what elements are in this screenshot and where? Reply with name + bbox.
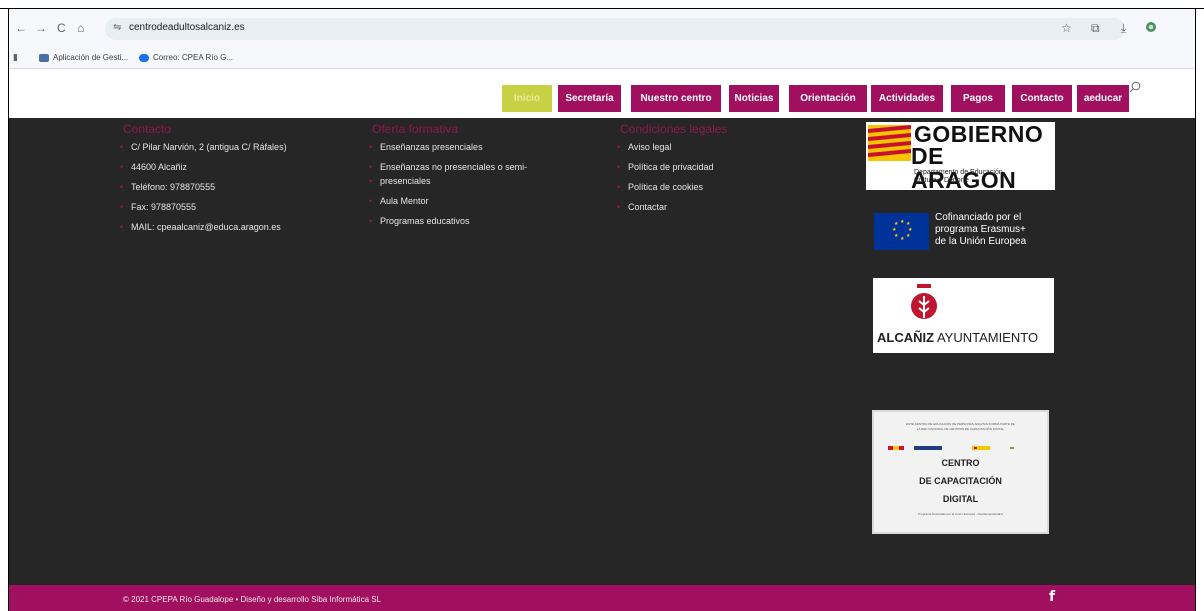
list-item-link[interactable]: Política de cookies — [617, 182, 714, 193]
home-button[interactable]: ⌂ — [77, 21, 84, 35]
gobierno-dept1: Departamento de Educación, — [914, 169, 1005, 176]
gobierno-dept2: Cultura y Deporte — [914, 177, 969, 184]
bottom-bar: © 2021 CPEPA Río Guadalope • Diseño y de… — [9, 585, 1195, 611]
download-icon[interactable]: ⤓ — [1121, 21, 1126, 36]
screenshot-frame: ← → C ⌂ ⇋ centrodeadultosalcaniz.es ☆ ⧉ … — [8, 8, 1196, 611]
reload-button[interactable]: C — [57, 21, 66, 35]
legales-title: Condiciones legales — [620, 122, 728, 136]
list-item-link[interactable]: Aula Mentor — [369, 196, 527, 207]
svg-text:★: ★ — [900, 236, 905, 242]
bookmark-label: Aplicación de Gesti... — [53, 53, 129, 62]
svg-text:★: ★ — [892, 227, 897, 233]
back-button[interactable]: ← — [15, 21, 27, 35]
contacto-list: C/ Pilar Narvión, 2 (antigua C/ Ráfales)… — [120, 142, 287, 233]
nav-nuestro-centro[interactable]: Nuestro centro — [631, 85, 721, 112]
cd-small2: LA RED NACIONAL DE CENTROS DE CAPACITACI… — [916, 427, 1005, 431]
sponsor-logos-icon — [888, 446, 1014, 450]
nav-pagos[interactable]: Pagos — [951, 85, 1005, 112]
mail-icon — [139, 53, 149, 62]
list-item-link[interactable]: Aviso legal — [617, 142, 714, 153]
nav-contacto[interactable]: Contacto — [1012, 85, 1072, 112]
svg-text:★: ★ — [894, 233, 899, 239]
copyright-text: © 2021 CPEPA Río Guadalope • Diseño y de… — [123, 595, 382, 604]
list-item[interactable]: MAIL: cpeaalcaniz@educa.aragon.es — [120, 222, 287, 233]
list-item-link[interactable]: Enseñanzas no presenciales o semi- — [369, 162, 527, 173]
list-item-link[interactable]: Política de privacidad — [617, 162, 714, 173]
bookmarks-bar: ▮ Aplicación de Gesti... Correo: CPEA Rí… — [9, 49, 1195, 69]
list-item: C/ Pilar Narvión, 2 (antigua C/ Ráfales) — [120, 142, 287, 153]
site-info-icon[interactable]: ⇋ — [113, 22, 121, 33]
oferta-list: Enseñanzas presenciales Enseñanzas no pr… — [369, 142, 527, 227]
list-item: Fax: 978870555 — [120, 202, 287, 213]
browser-toolbar: ← → C ⌂ ⇋ centrodeadultosalcaniz.es ☆ ⧉ … — [9, 9, 1195, 49]
extensions-icon[interactable]: ⧉ — [1091, 21, 1100, 36]
cd-small1: ESTE CENTRO DE EDUCACIÓN DE PERSONAS ADU… — [906, 422, 1015, 426]
oferta-title: Oferta formativa — [372, 122, 459, 136]
contacto-title: Contacto — [123, 122, 172, 136]
list-item-link[interactable]: Programas educativos — [369, 216, 527, 227]
bookmark-correo[interactable]: Correo: CPEA Río G... — [139, 53, 233, 62]
eu-flag-icon: ★ ★ ★ ★ ★ ★ ★ ★ — [874, 213, 929, 250]
erasmus-line1: Cofinanciado por el — [935, 212, 1022, 223]
nav-aeducar[interactable]: aeducar — [1077, 85, 1129, 112]
cd-footnote: Programa financiado por la Unión Europea… — [918, 512, 1003, 516]
alcaniz-rest: AYUNTAMIENTO — [934, 330, 1039, 345]
erasmus-line3: de la Unión Europea — [935, 236, 1027, 247]
erasmus-line2: programa Erasmus+ — [935, 224, 1026, 235]
list-item: 44600 Alcañiz — [120, 162, 287, 173]
facebook-icon[interactable]: f — [1049, 589, 1055, 605]
app-icon — [39, 53, 49, 62]
nav-orientacion[interactable]: Orientación — [789, 85, 867, 112]
profile-icon[interactable] — [1145, 21, 1157, 36]
svg-text:★: ★ — [894, 221, 899, 227]
list-item: Teléfono: 978870555 — [120, 182, 287, 193]
footer-widgets: Contacto C/ Pilar Narvión, 2 (antigua C/… — [9, 118, 1195, 585]
apps-icon[interactable]: ▮ — [13, 52, 18, 63]
aragon-flag-icon — [868, 125, 911, 161]
list-item-link[interactable]: Contactar — [617, 202, 714, 213]
search-icon[interactable] — [1129, 81, 1141, 93]
nav-actividades[interactable]: Actividades — [871, 85, 943, 112]
cd-title2: DE CAPACITACIÓN — [919, 476, 1002, 486]
erasmus-text: Cofinanciado por el programa Erasmus+ de… — [935, 212, 1026, 248]
erasmus-logo[interactable]: ★ ★ ★ ★ ★ ★ ★ ★ Cofinanciado por el programa … — [873, 211, 1053, 257]
bookmark-label: Correo: CPEA Río G... — [153, 53, 234, 62]
nav-noticias[interactable]: Noticias — [729, 85, 779, 112]
alcaniz-logo[interactable]: ALCAÑIZ AYUNTAMIENTO — [873, 278, 1054, 353]
url-text[interactable]: centrodeadultosalcaniz.es — [129, 22, 245, 33]
alcaniz-crest-icon — [911, 284, 937, 319]
forward-button[interactable]: → — [35, 21, 47, 35]
bookmark-aplicacion[interactable]: Aplicación de Gesti... — [39, 53, 128, 62]
address-bar[interactable] — [105, 18, 1125, 40]
list-item-link[interactable]: Enseñanzas presenciales — [369, 142, 527, 153]
alcaniz-text: ALCAÑIZ AYUNTAMIENTO — [877, 330, 1038, 345]
legales-list: Aviso legal Política de privacidad Polít… — [617, 142, 714, 213]
nav-inicio[interactable]: Inicio — [502, 85, 552, 112]
list-item-link-cont[interactable]: presenciales — [369, 176, 527, 187]
gobierno-aragon-logo[interactable]: GOBIERNO DE ARAGON Departamento de Educa… — [866, 122, 1055, 192]
alcaniz-bold: ALCAÑIZ — [877, 330, 935, 345]
star-icon[interactable]: ☆ — [1061, 21, 1072, 35]
cd-title3: DIGITAL — [942, 494, 979, 504]
cd-title1: CENTRO — [941, 458, 980, 468]
svg-text:★: ★ — [906, 233, 911, 239]
capacitacion-digital-logo[interactable]: ESTE CENTRO DE EDUCACIÓN DE PERSONAS ADU… — [872, 410, 1049, 534]
site-header: Inicio Secretaría Nuestro centro Noticia… — [9, 69, 1195, 118]
nav-secretaria[interactable]: Secretaría — [558, 85, 621, 112]
svg-text:★: ★ — [900, 219, 905, 225]
